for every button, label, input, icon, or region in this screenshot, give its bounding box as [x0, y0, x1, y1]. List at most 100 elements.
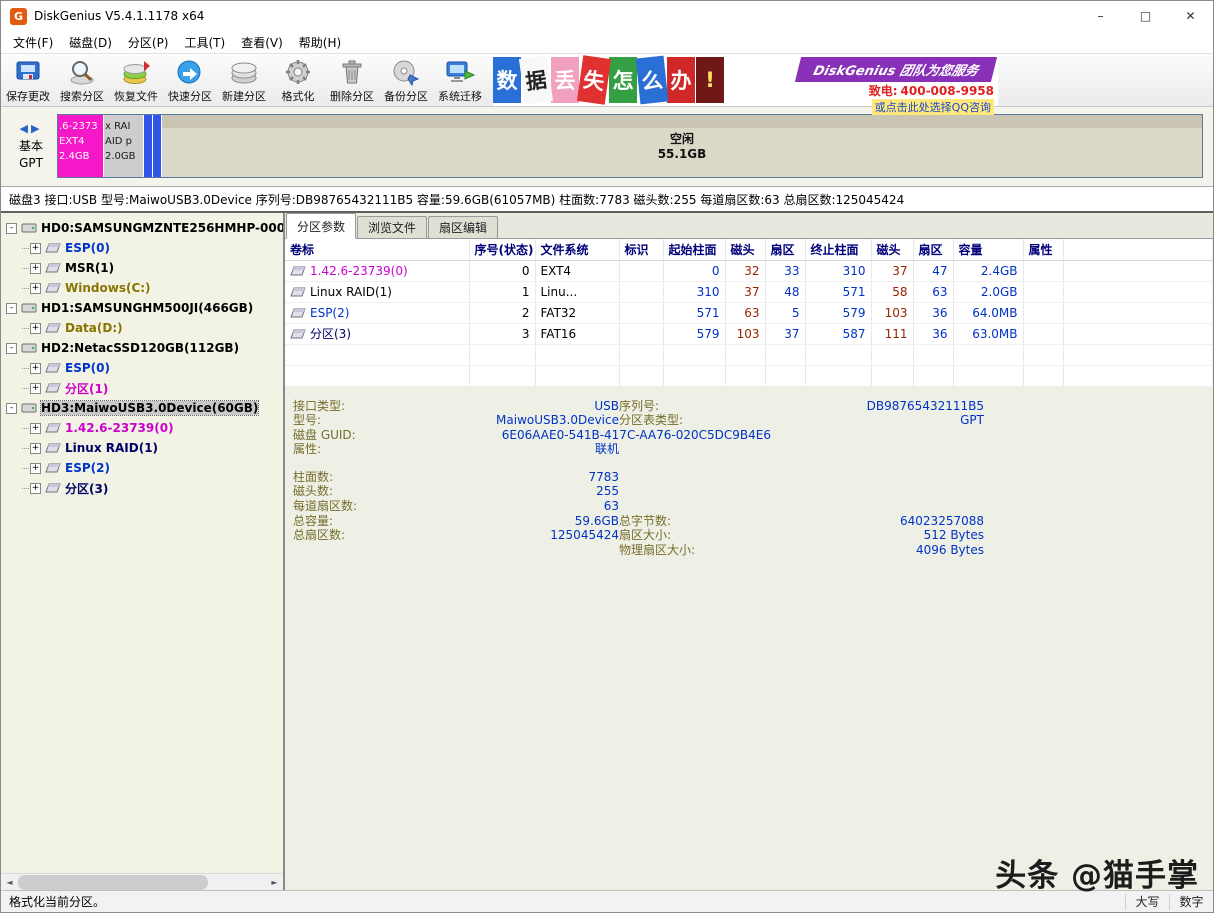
next-disk-arrow-icon[interactable]: ▶ — [31, 122, 42, 135]
tree-connector — [22, 427, 29, 429]
empty-cell — [619, 365, 664, 387]
banner-phone: 致电: 400-008-9958 — [869, 82, 994, 99]
toolbar-button-format[interactable]: 格式化 — [271, 54, 325, 106]
toolbar-button-quick-partition[interactable]: 快速分区 — [163, 54, 217, 106]
partition-row[interactable]: ESP(2) 2 FAT32 571 63 5 579 103 36 64.0MB — [285, 302, 1213, 324]
tree-partition-node[interactable]: + ESP(0) — [1, 358, 283, 378]
detail-label — [619, 470, 771, 485]
prev-disk-arrow-icon[interactable]: ◀ — [20, 122, 31, 135]
toolbar-button-search-partition[interactable]: 搜索分区 — [55, 54, 109, 106]
cell: 111 — [871, 323, 914, 345]
detail-row: 物理扇区大小: 4096 Bytes — [293, 543, 1205, 558]
backup-partition-icon — [391, 57, 421, 87]
tree-partition-node[interactable]: + 分区(1) — [1, 378, 283, 398]
collapse-icon[interactable]: - — [6, 342, 17, 354]
scrollbar-track[interactable] — [18, 874, 266, 891]
tree-partition-node[interactable]: + ESP(0) — [1, 238, 283, 258]
partition-block[interactable] — [153, 114, 162, 177]
detail-value — [771, 442, 984, 457]
toolbar-button-backup-partition[interactable]: 备份分区 — [379, 54, 433, 106]
cell: 0 — [663, 260, 726, 282]
tree-partition-node[interactable]: + Windows(C:) — [1, 278, 283, 298]
scroll-left-arrow-icon[interactable]: ◄ — [1, 874, 18, 891]
partition-block[interactable]: x RAI AID p 2.0GB — [104, 114, 144, 177]
recover-files-icon — [121, 57, 151, 87]
menu-item[interactable]: 文件(F) — [5, 32, 61, 53]
partition-block[interactable]: .6-2373 EXT4 2.4GB — [58, 114, 104, 177]
expand-icon[interactable]: + — [30, 282, 41, 294]
detail-label: 总扇区数: — [293, 528, 346, 543]
scrollbar-thumb[interactable] — [18, 874, 208, 890]
cell: 48 — [765, 281, 806, 303]
partition-row[interactable]: 1.42.6-23739(0) 0 EXT4 0 32 33 310 37 47 2.4GB — [285, 260, 1213, 282]
disk-tree-panel: - HD0:SAMSUNGMZNTE256HMHP-000 + ESP(0) + MSR(… — [1, 213, 285, 890]
tree-disk-node[interactable]: - HD0:SAMSUNGMZNTE256HMHP-000 — [1, 218, 283, 238]
disk-icon — [21, 221, 37, 235]
tree-partition-node[interactable]: +1.42.6-23739(0) — [1, 418, 283, 438]
disk-details-panel: 接口类型: USB 序列号: DB98765432111B5 型号: MaiwoUSB3.… — [285, 387, 1213, 892]
disk-info-bar: 磁盘3 接口:USB 型号:MaiwoUSB3.0Device 序列号:DB98… — [1, 187, 1213, 213]
tree-disk-node[interactable]: - HD3:MaiwoUSB3.0Device(60GB) — [1, 398, 283, 418]
banner-qq-link[interactable]: 或点击此处选择QQ咨询 — [871, 99, 994, 115]
collapse-icon[interactable]: - — [6, 222, 17, 234]
toolbar-button-label: 系统迁移 — [438, 89, 482, 103]
titlebar: G DiskGenius V5.4.1.1178 x64 – □ ✕ — [1, 1, 1213, 31]
expand-icon[interactable]: + — [30, 442, 41, 454]
tree-partition-node[interactable]: + Data(D:) — [1, 318, 283, 338]
expand-icon[interactable]: + — [30, 322, 41, 334]
scroll-right-arrow-icon[interactable]: ► — [266, 874, 283, 891]
partition-icon — [45, 462, 61, 474]
tree-partition-node[interactable]: + Linux RAID(1) — [1, 438, 283, 458]
menu-item[interactable]: 查看(V) — [233, 32, 291, 53]
partition-block[interactable] — [144, 114, 153, 177]
detail-value: 64023257088 — [900, 513, 984, 528]
cell — [1023, 260, 1064, 282]
menu-item[interactable]: 分区(P) — [120, 32, 177, 53]
tree-partition-node[interactable]: + 分区(3) — [1, 478, 283, 498]
expand-icon[interactable]: + — [30, 482, 41, 494]
expand-icon[interactable]: + — [30, 462, 41, 474]
free-space-block[interactable]: 空闲 55.1GB — [162, 114, 1202, 177]
tree-disk-node[interactable]: - HD1:SAMSUNGHM500JI(466GB) — [1, 298, 283, 318]
collapse-icon[interactable]: - — [6, 402, 17, 414]
cell — [1023, 281, 1064, 303]
tree-horizontal-scrollbar[interactable]: ◄ ► — [1, 873, 283, 890]
menu-item[interactable]: 帮助(H) — [291, 32, 349, 53]
menu-item[interactable]: 工具(T) — [177, 32, 234, 53]
partition-row[interactable]: Linux RAID(1) 1 Linu... 310 37 48 571 58 63 2.0GB — [285, 281, 1213, 303]
toolbar-button-label: 搜索分区 — [60, 89, 104, 103]
cell: 579 — [663, 323, 726, 345]
toolbar-button-save[interactable]: 保存更改 — [1, 54, 55, 106]
search-partition-icon — [67, 57, 97, 87]
expand-icon[interactable]: + — [30, 382, 41, 394]
cell: 37 — [765, 323, 806, 345]
cell: 103 — [871, 302, 914, 324]
expand-icon[interactable]: + — [30, 422, 41, 434]
detail-value: DB98765432111B5 — [866, 398, 984, 413]
tab-sector-edit[interactable]: 扇区编辑 — [428, 216, 499, 238]
expand-icon[interactable]: + — [30, 242, 41, 254]
new-partition-icon — [229, 57, 259, 87]
expand-icon[interactable]: + — [30, 362, 41, 374]
minimize-button[interactable]: – — [1078, 1, 1123, 31]
menu-item[interactable]: 磁盘(D) — [61, 32, 120, 53]
tree-disk-node[interactable]: - HD2:NetacSSD120GB(112GB) — [1, 338, 283, 358]
empty-cell — [535, 344, 620, 366]
collapse-icon[interactable]: - — [6, 302, 17, 314]
toolbar-button-recover-files[interactable]: 恢复文件 — [109, 54, 163, 106]
tree-partition-node[interactable]: + MSR(1) — [1, 258, 283, 278]
close-button[interactable]: ✕ — [1168, 1, 1213, 31]
tree-node-label: Windows(C:) — [65, 281, 151, 295]
toolbar-button-delete-partition[interactable]: 删除分区 — [325, 54, 379, 106]
tree-connector — [22, 247, 29, 249]
partition-row[interactable]: 分区(3) 3 FAT16 579 103 37 587 111 36 63.0MB — [285, 323, 1213, 345]
column-header: 标识 — [619, 239, 664, 261]
tree-partition-node[interactable]: + ESP(2) — [1, 458, 283, 478]
toolbar-button-new-partition[interactable]: 新建分区 — [217, 54, 271, 106]
toolbar-button-system-migrate[interactable]: 系统迁移 — [433, 54, 487, 106]
maximize-button[interactable]: □ — [1123, 1, 1168, 31]
expand-icon[interactable]: + — [30, 262, 41, 274]
tab-browse-files[interactable]: 浏览文件 — [357, 216, 428, 238]
ad-banner[interactable]: 数据丢失怎么办! DiskGenius 团队为您服务 致电: 400-008-99… — [493, 54, 998, 115]
tab-partition-params[interactable]: 分区参数 — [286, 213, 357, 239]
